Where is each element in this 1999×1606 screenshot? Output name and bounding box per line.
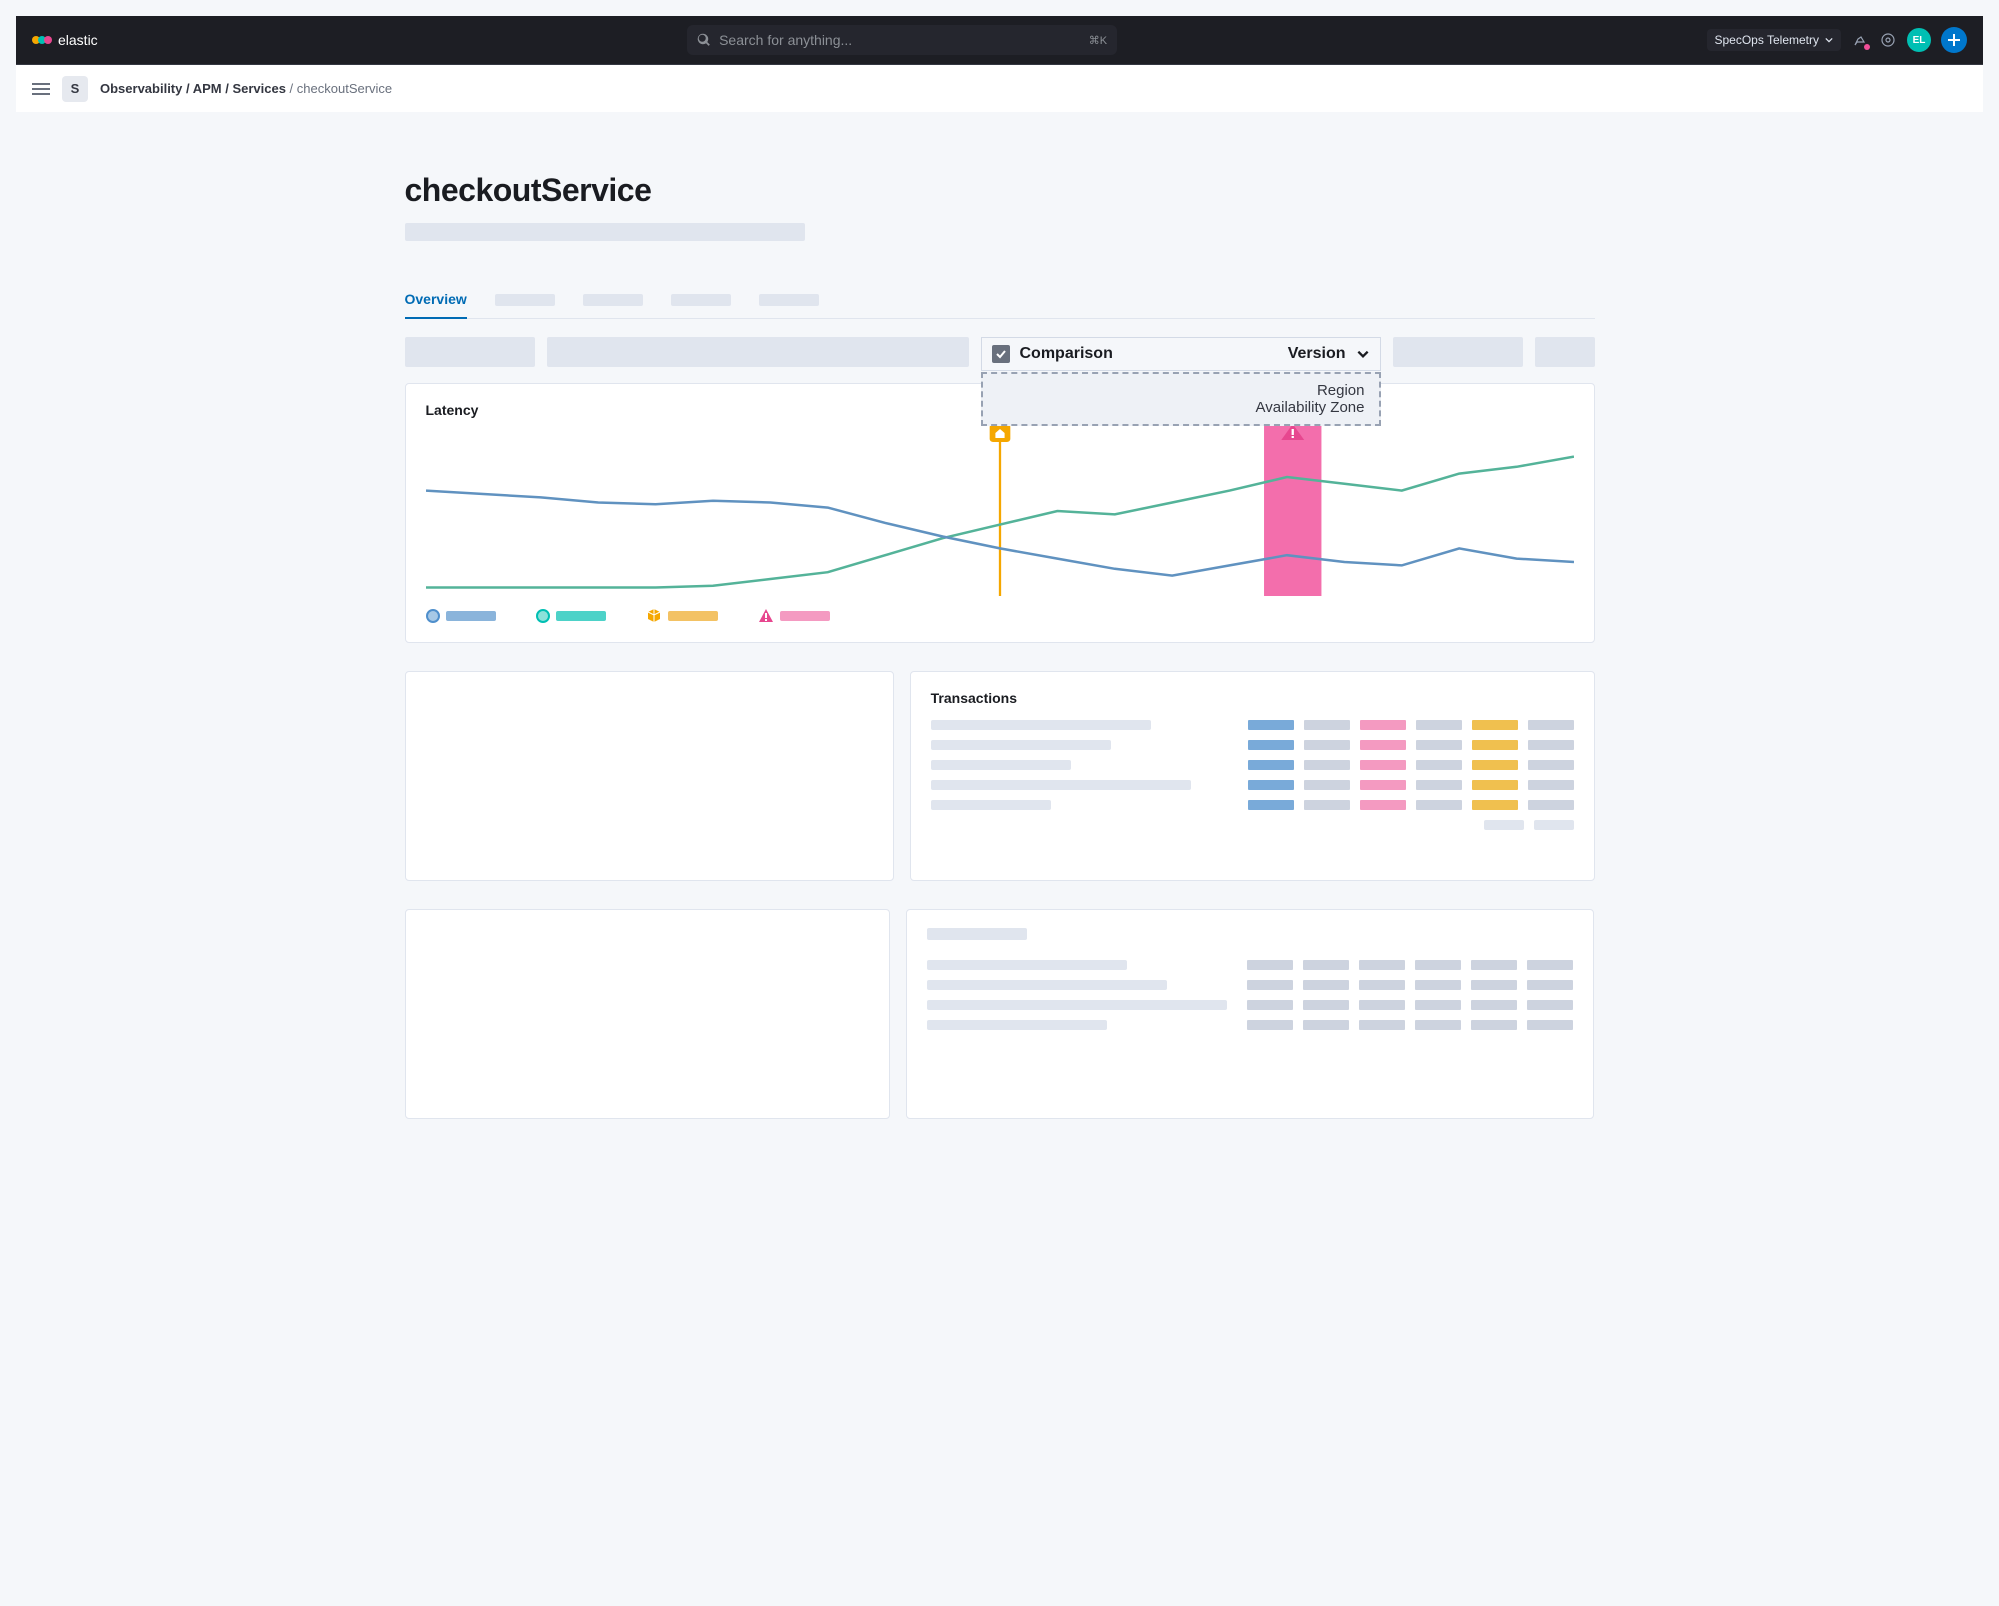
filter-placeholder[interactable] bbox=[1535, 337, 1595, 367]
legend-item-alert[interactable] bbox=[758, 608, 830, 624]
newsfeed-icon[interactable] bbox=[1851, 31, 1869, 49]
table-row[interactable] bbox=[927, 980, 1573, 990]
tab-placeholder[interactable] bbox=[759, 294, 819, 306]
table-row[interactable] bbox=[931, 720, 1574, 730]
legend-item-teal[interactable] bbox=[536, 609, 606, 623]
table-footer bbox=[931, 820, 1574, 830]
legend-circle-icon bbox=[426, 609, 440, 623]
comparison-dropdown: Region Availability Zone bbox=[981, 372, 1381, 426]
tab-placeholder[interactable] bbox=[671, 294, 731, 306]
table-row[interactable] bbox=[931, 780, 1574, 790]
search-placeholder: Search for anything... bbox=[719, 32, 852, 48]
deploy-marker-icon bbox=[989, 426, 1010, 442]
chevron-down-icon bbox=[1356, 347, 1370, 361]
search-icon bbox=[697, 33, 711, 47]
filter-placeholder[interactable] bbox=[1393, 337, 1523, 367]
comparison-toggle[interactable]: Comparison Version Region Availability Z… bbox=[981, 337, 1381, 371]
legend-item-deploy[interactable] bbox=[646, 608, 718, 624]
latency-chart bbox=[426, 426, 1574, 596]
global-search[interactable]: Search for anything... ⌘K bbox=[687, 25, 1117, 55]
filters-row: Comparison Version Region Availability Z… bbox=[405, 337, 1595, 371]
nav-toggle-icon[interactable] bbox=[32, 83, 50, 95]
service-tabs: Overview bbox=[405, 281, 1595, 319]
cube-icon bbox=[646, 608, 662, 624]
transactions-panel: Transactions bbox=[910, 671, 1595, 881]
table-row[interactable] bbox=[927, 960, 1573, 970]
page-content: checkoutService Overview Comparison Vers… bbox=[375, 112, 1625, 1149]
add-button[interactable] bbox=[1941, 27, 1967, 53]
brand-text: elastic bbox=[58, 32, 98, 48]
global-header: elastic Search for anything... ⌘K SpecOp… bbox=[16, 16, 1983, 64]
subtitle-placeholder bbox=[405, 223, 805, 241]
table-row[interactable] bbox=[931, 740, 1574, 750]
alert-band bbox=[1264, 426, 1321, 596]
transactions-title: Transactions bbox=[931, 690, 1574, 706]
search-shortcut: ⌘K bbox=[1089, 34, 1107, 47]
checkbox-checked-icon[interactable] bbox=[992, 345, 1010, 363]
logo-icon bbox=[32, 36, 52, 44]
dropdown-option-region[interactable]: Region bbox=[997, 382, 1365, 399]
comparison-label: Comparison bbox=[1020, 345, 1113, 363]
tab-placeholder[interactable] bbox=[495, 294, 555, 306]
brand-logo[interactable]: elastic bbox=[32, 32, 98, 48]
breadcrumb[interactable]: Observability / APM / Services / checkou… bbox=[100, 81, 392, 96]
side-panel-2 bbox=[405, 909, 891, 1119]
alert-icon bbox=[758, 608, 774, 624]
legend-circle-icon bbox=[536, 609, 550, 623]
chevron-down-icon bbox=[1825, 36, 1833, 44]
chart-legend bbox=[426, 608, 1574, 624]
table-row[interactable] bbox=[931, 800, 1574, 810]
lower-table-panel bbox=[906, 909, 1594, 1119]
comparison-selected: Version bbox=[1288, 345, 1346, 363]
help-icon[interactable] bbox=[1879, 31, 1897, 49]
sub-header: S Observability / APM / Services / check… bbox=[16, 64, 1983, 112]
table-row[interactable] bbox=[927, 1020, 1573, 1030]
panel-title-placeholder bbox=[927, 928, 1027, 940]
tab-placeholder[interactable] bbox=[583, 294, 643, 306]
page-title: checkoutService bbox=[405, 172, 1595, 209]
space-badge[interactable]: S bbox=[62, 76, 88, 102]
table-row[interactable] bbox=[927, 1000, 1573, 1010]
legend-item-blue[interactable] bbox=[426, 609, 496, 623]
filter-placeholder[interactable] bbox=[547, 337, 969, 367]
side-panel-1 bbox=[405, 671, 894, 881]
deployment-selector[interactable]: SpecOps Telemetry bbox=[1707, 29, 1842, 51]
user-avatar[interactable]: EL bbox=[1907, 28, 1931, 52]
dropdown-option-az[interactable]: Availability Zone bbox=[997, 399, 1365, 416]
filter-placeholder[interactable] bbox=[405, 337, 535, 367]
plus-icon bbox=[1947, 33, 1961, 47]
table-row[interactable] bbox=[931, 760, 1574, 770]
notification-dot-icon bbox=[1864, 44, 1870, 50]
tab-overview[interactable]: Overview bbox=[405, 281, 467, 319]
